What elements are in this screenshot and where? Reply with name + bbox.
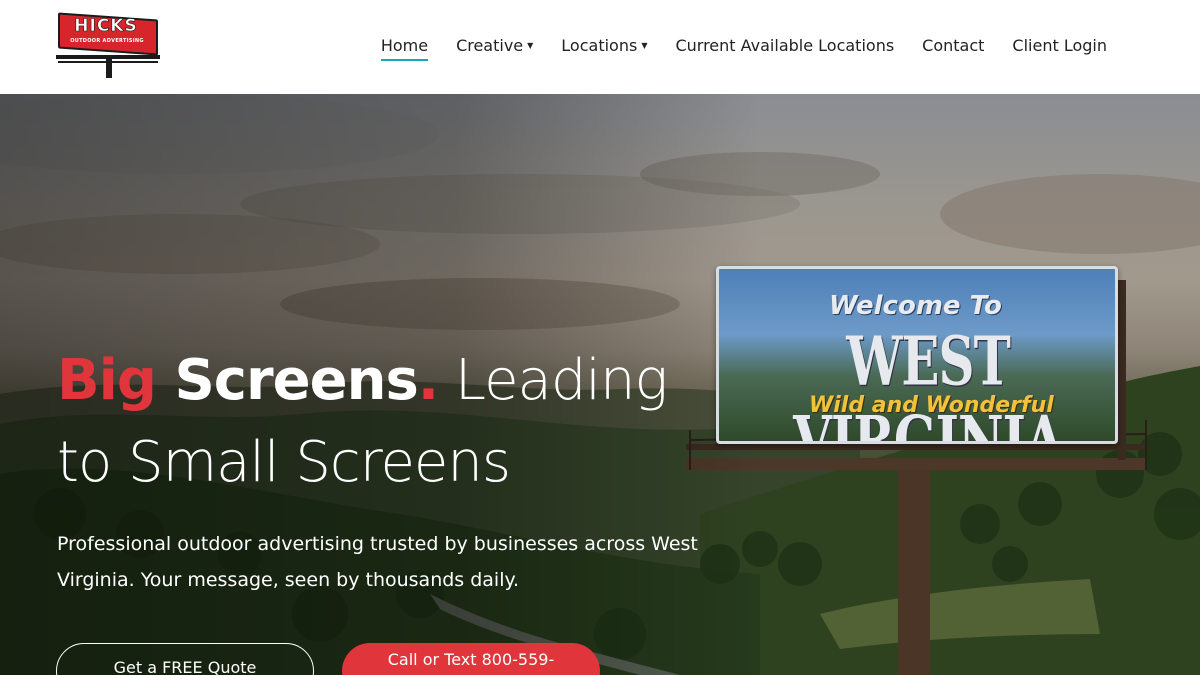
west-virginia-billboard-image: Welcome To WEST VIRGINIA Wild and Wonder… (716, 266, 1118, 444)
nav-creative[interactable]: Creative ▼ (456, 36, 533, 55)
site-header: HICKS OUTDOOR ADVERTISING Home Creative … (0, 0, 1200, 94)
hero-subtext: Professional outdoor advertising trusted… (57, 533, 698, 591)
caret-down-icon: ▼ (527, 41, 534, 50)
call-or-text-button[interactable]: Call or Text 800-559-0195 (342, 643, 600, 675)
hero-section: Welcome To WEST VIRGINIA Wild and Wonder… (0, 94, 1200, 675)
billboard-welcome-text: Welcome To (829, 291, 1002, 321)
logo-pole (106, 58, 112, 78)
main-nav: Home Creative ▼ Locations ▼ Current Avai… (380, 36, 1107, 61)
nav-home-label: Home (380, 36, 429, 55)
nav-home[interactable]: Home (380, 36, 429, 61)
nav-current-available-locations-label: Current Available Locations (675, 36, 895, 55)
billboard-face: Welcome To WEST VIRGINIA Wild and Wonder… (716, 266, 1118, 444)
headline-screens: Screens (155, 348, 418, 413)
nav-client-login-label: Client Login (1012, 36, 1107, 55)
nav-contact[interactable]: Contact (922, 36, 984, 55)
billboard-slogan-text: Wild and Wonderful (809, 393, 1054, 418)
nav-contact-label: Contact (922, 36, 985, 55)
nav-creative-label: Creative (456, 36, 524, 55)
logo-tagline: OUTDOOR ADVERTISING (70, 38, 144, 44)
billboard-state-text: WEST VIRGINIA (793, 321, 1064, 444)
free-quote-button[interactable]: Get a FREE Quote (56, 643, 314, 675)
headline-big: Big (57, 348, 157, 413)
nav-locations-label: Locations (561, 36, 638, 55)
call-or-text-button-label: Call or Text 800-559-0195 (387, 650, 555, 675)
nav-client-login[interactable]: Client Login (1012, 36, 1107, 55)
nav-current-available-locations[interactable]: Current Available Locations (675, 36, 894, 55)
logo-brand-name: HICKS (74, 16, 138, 37)
free-quote-button-label: Get a FREE Quote (113, 658, 257, 675)
nav-locations[interactable]: Locations ▼ (561, 36, 647, 55)
hero-headline: Big Screens. Leading to Small Screens (57, 340, 757, 504)
headline-line-two: to Small Screens (57, 430, 511, 495)
caret-down-icon: ▼ (641, 41, 648, 50)
headline-dot: . (417, 348, 439, 413)
headline-leading: Leading (438, 348, 668, 413)
hicks-logo[interactable]: HICKS OUTDOOR ADVERTISING (56, 12, 160, 78)
